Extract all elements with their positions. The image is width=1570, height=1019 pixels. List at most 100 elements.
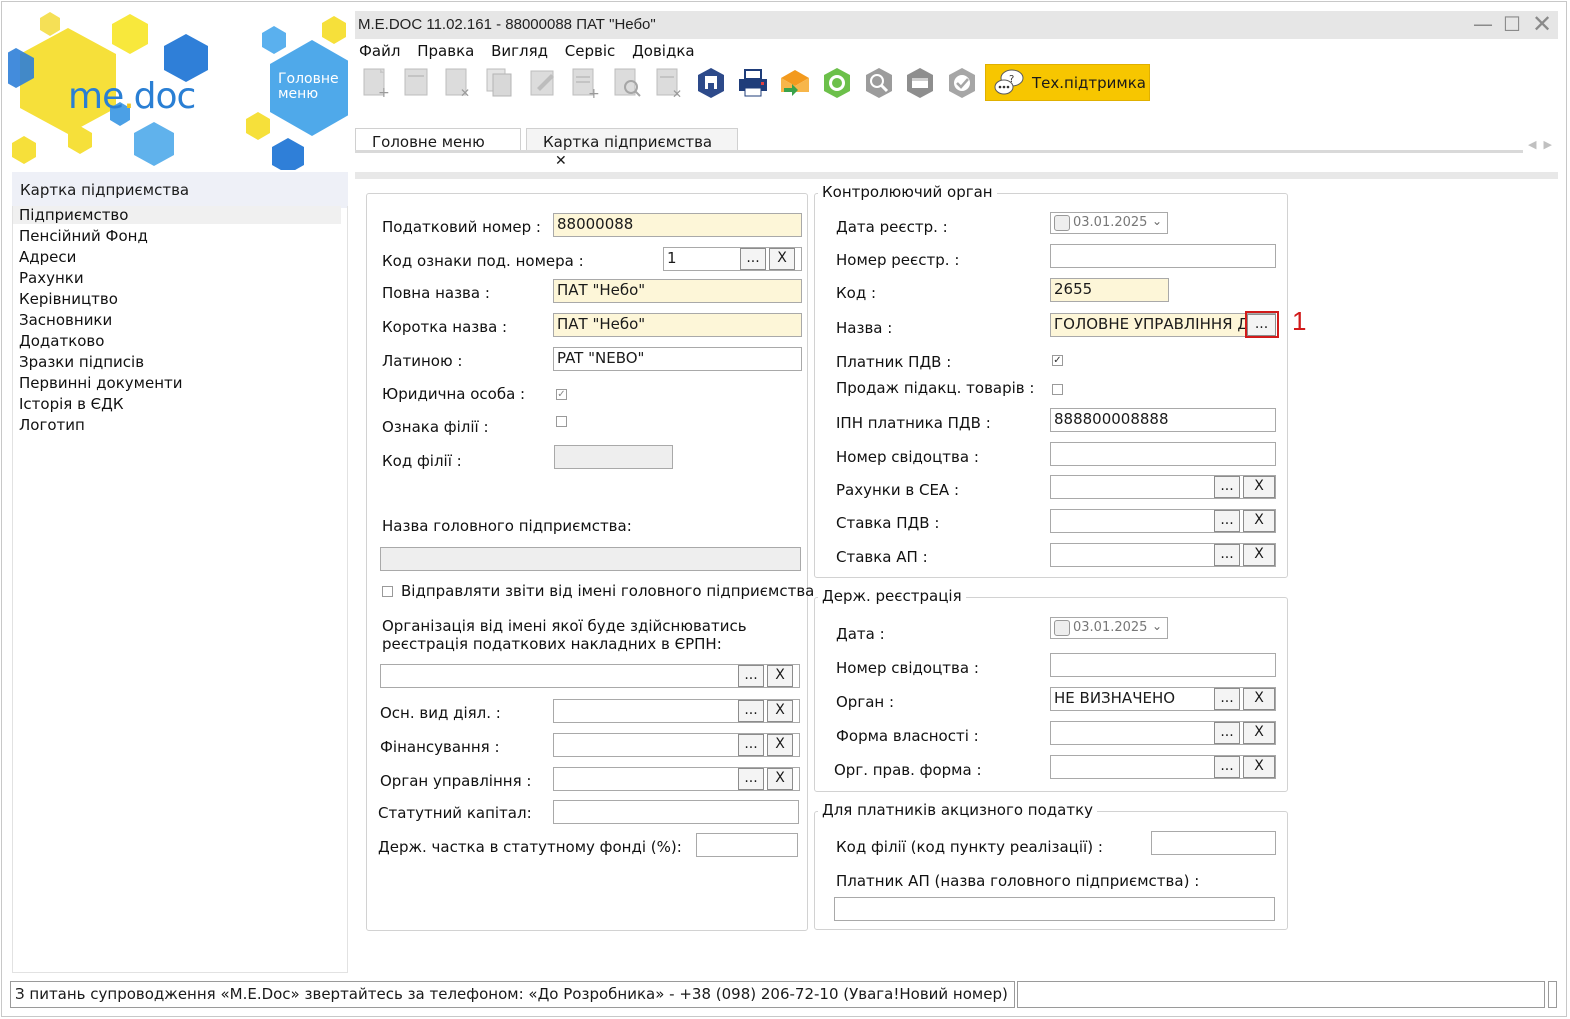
excise-branch-code-field[interactable] xyxy=(1151,831,1276,855)
sidebar-item-signature-samples[interactable]: Зразки підписів xyxy=(19,353,144,371)
code-sign-select-button[interactable]: ... xyxy=(740,248,766,270)
sidebar-item-pension-fund[interactable]: Пенсійний Фонд xyxy=(19,227,148,245)
financing-clear-button[interactable]: X xyxy=(767,734,793,756)
resize-grip[interactable] xyxy=(1548,981,1557,1008)
vat-rate-clear-button[interactable]: X xyxy=(1243,510,1275,532)
management-body-select-button[interactable]: ... xyxy=(738,768,764,790)
ownership-form-clear-button[interactable]: X xyxy=(1243,722,1275,744)
tech-support-label: Тех.підтримка xyxy=(1032,74,1146,92)
open-document-icon[interactable] xyxy=(401,66,435,100)
vat-rate-label: Ставка ПДВ : xyxy=(836,514,940,532)
ap-rate-clear-button[interactable]: X xyxy=(1243,544,1275,566)
svg-text:✕: ✕ xyxy=(460,86,470,100)
chevron-down-icon[interactable]: ⌄ xyxy=(1152,214,1162,228)
legal-form-clear-button[interactable]: X xyxy=(1243,756,1275,778)
full-name-field[interactable]: ПАТ "Небо" xyxy=(553,279,802,303)
head-company-field[interactable] xyxy=(380,547,801,571)
sidebar-item-management[interactable]: Керівництво xyxy=(19,290,118,308)
close-icon[interactable]: ✕ xyxy=(1531,12,1553,36)
org-registration-field[interactable] xyxy=(380,664,800,688)
authorized-capital-field[interactable] xyxy=(553,800,799,824)
reg-date-checkbox[interactable] xyxy=(1054,215,1070,231)
legal-form-select-button[interactable]: ... xyxy=(1214,756,1240,778)
main-activity-clear-button[interactable]: X xyxy=(767,700,793,722)
legal-entity-checkbox[interactable]: ✓ xyxy=(556,389,567,400)
tab-underline xyxy=(355,150,1523,153)
ownership-form-select-button[interactable]: ... xyxy=(1214,722,1240,744)
minimize-icon[interactable]: — xyxy=(1472,13,1494,35)
tab-main-menu-label: Головне меню xyxy=(372,133,485,151)
management-body-clear-button[interactable]: X xyxy=(767,768,793,790)
menu-view[interactable]: Вигляд xyxy=(491,42,548,60)
state-reg-date-picker[interactable]: 03.01.2025 ⌄ xyxy=(1050,617,1168,639)
tab-company-card[interactable]: Картка підприємства ✕ xyxy=(526,128,738,169)
sidebar-item-accounts[interactable]: Рахунки xyxy=(19,269,84,287)
reg-date-picker[interactable]: 03.01.2025 ⌄ xyxy=(1050,212,1168,234)
menu-file[interactable]: Файл xyxy=(359,42,400,60)
branch-code-field[interactable] xyxy=(554,445,673,469)
menu-help[interactable]: Довідка xyxy=(632,42,695,60)
send-reports-checkbox[interactable] xyxy=(382,586,393,597)
verify-icon[interactable] xyxy=(945,66,979,100)
org-registration-select-button[interactable]: ... xyxy=(738,665,764,687)
add-row-icon[interactable]: + xyxy=(569,66,603,102)
sidebar-item-primary-documents[interactable]: Первинні документи xyxy=(19,374,183,392)
save-icon[interactable] xyxy=(694,66,728,100)
authority-code-field[interactable]: 2655 xyxy=(1050,278,1169,302)
org-registration-clear-button[interactable]: X xyxy=(767,665,793,687)
print-icon[interactable] xyxy=(736,66,770,100)
state-reg-date-checkbox[interactable] xyxy=(1054,620,1070,636)
tab-main-menu[interactable]: Головне меню xyxy=(355,128,521,152)
search-document-icon[interactable] xyxy=(611,66,645,100)
sidebar-item-edk-history[interactable]: Історія в ЄДК xyxy=(19,395,124,413)
menu-service[interactable]: Сервіс xyxy=(565,42,615,60)
short-name-field[interactable]: ПАТ "Небо" xyxy=(553,313,802,337)
ap-rate-select-button[interactable]: ... xyxy=(1214,544,1240,566)
sidebar-item-company[interactable]: Підприємство xyxy=(13,206,341,224)
ap-payer-field[interactable] xyxy=(834,897,1275,921)
state-share-field[interactable] xyxy=(696,833,798,857)
lookup-icon[interactable] xyxy=(862,66,896,100)
sea-accounts-select-button[interactable]: ... xyxy=(1214,476,1240,498)
certificate-number-field[interactable] xyxy=(1050,442,1276,466)
reg-number-field[interactable] xyxy=(1050,244,1276,268)
sidebar-item-logo[interactable]: Логотип xyxy=(19,416,85,434)
archive-icon[interactable] xyxy=(903,66,937,100)
state-body-select-button[interactable]: ... xyxy=(1214,688,1240,710)
maximize-icon[interactable]: ☐ xyxy=(1501,13,1523,35)
new-document-icon[interactable]: + xyxy=(360,66,394,101)
vat-rate-select-button[interactable]: ... xyxy=(1214,510,1240,532)
send-icon[interactable] xyxy=(778,66,812,100)
svg-text:?: ? xyxy=(1009,74,1014,85)
state-body-clear-button[interactable]: X xyxy=(1243,688,1275,710)
tab-scroll-arrows[interactable]: ◀ ▶ xyxy=(1528,138,1552,151)
tech-support-button[interactable]: ? Тех.підтримка xyxy=(985,64,1150,101)
vat-payer-checkbox[interactable]: ✓ xyxy=(1052,355,1063,366)
edit-icon[interactable] xyxy=(527,66,561,100)
receive-icon[interactable] xyxy=(820,66,854,100)
sidebar-item-founders[interactable]: Засновники xyxy=(19,311,112,329)
code-sign-clear-button[interactable]: X xyxy=(769,248,795,270)
tax-number-field[interactable]: 88000088 xyxy=(553,213,802,237)
main-activity-select-button[interactable]: ... xyxy=(738,700,764,722)
sea-accounts-clear-button[interactable]: X xyxy=(1243,476,1275,498)
svg-text:+: + xyxy=(588,86,600,100)
state-cert-number-field[interactable] xyxy=(1050,653,1276,677)
menu-edit[interactable]: Правка xyxy=(417,42,474,60)
authority-name-field[interactable]: ГОЛОВНЕ УПРАВЛІННЯ ДПС xyxy=(1050,313,1276,337)
sidebar-item-addresses[interactable]: Адреси xyxy=(19,248,76,266)
chevron-down-icon[interactable]: ⌄ xyxy=(1152,619,1162,633)
copy-icon[interactable] xyxy=(484,66,518,100)
send-reports-label: Відправляти звіти від імені головного пі… xyxy=(401,582,815,600)
sidebar-item-additional[interactable]: Додатково xyxy=(19,332,104,350)
branch-sign-checkbox[interactable] xyxy=(556,416,567,427)
authority-code-label: Код : xyxy=(836,284,877,302)
remove-row-icon[interactable]: ✕ xyxy=(653,66,687,101)
ipn-field[interactable]: 888800008888 xyxy=(1050,408,1276,432)
tab-company-card-label: Картка підприємства xyxy=(543,133,713,151)
financing-select-button[interactable]: ... xyxy=(738,734,764,756)
excise-sale-checkbox[interactable] xyxy=(1052,384,1063,395)
delete-document-icon[interactable]: ✕ xyxy=(442,66,476,100)
tab-close-icon[interactable]: ✕ xyxy=(555,153,567,169)
latin-name-field[interactable]: PAT "NEBO" xyxy=(553,347,802,371)
